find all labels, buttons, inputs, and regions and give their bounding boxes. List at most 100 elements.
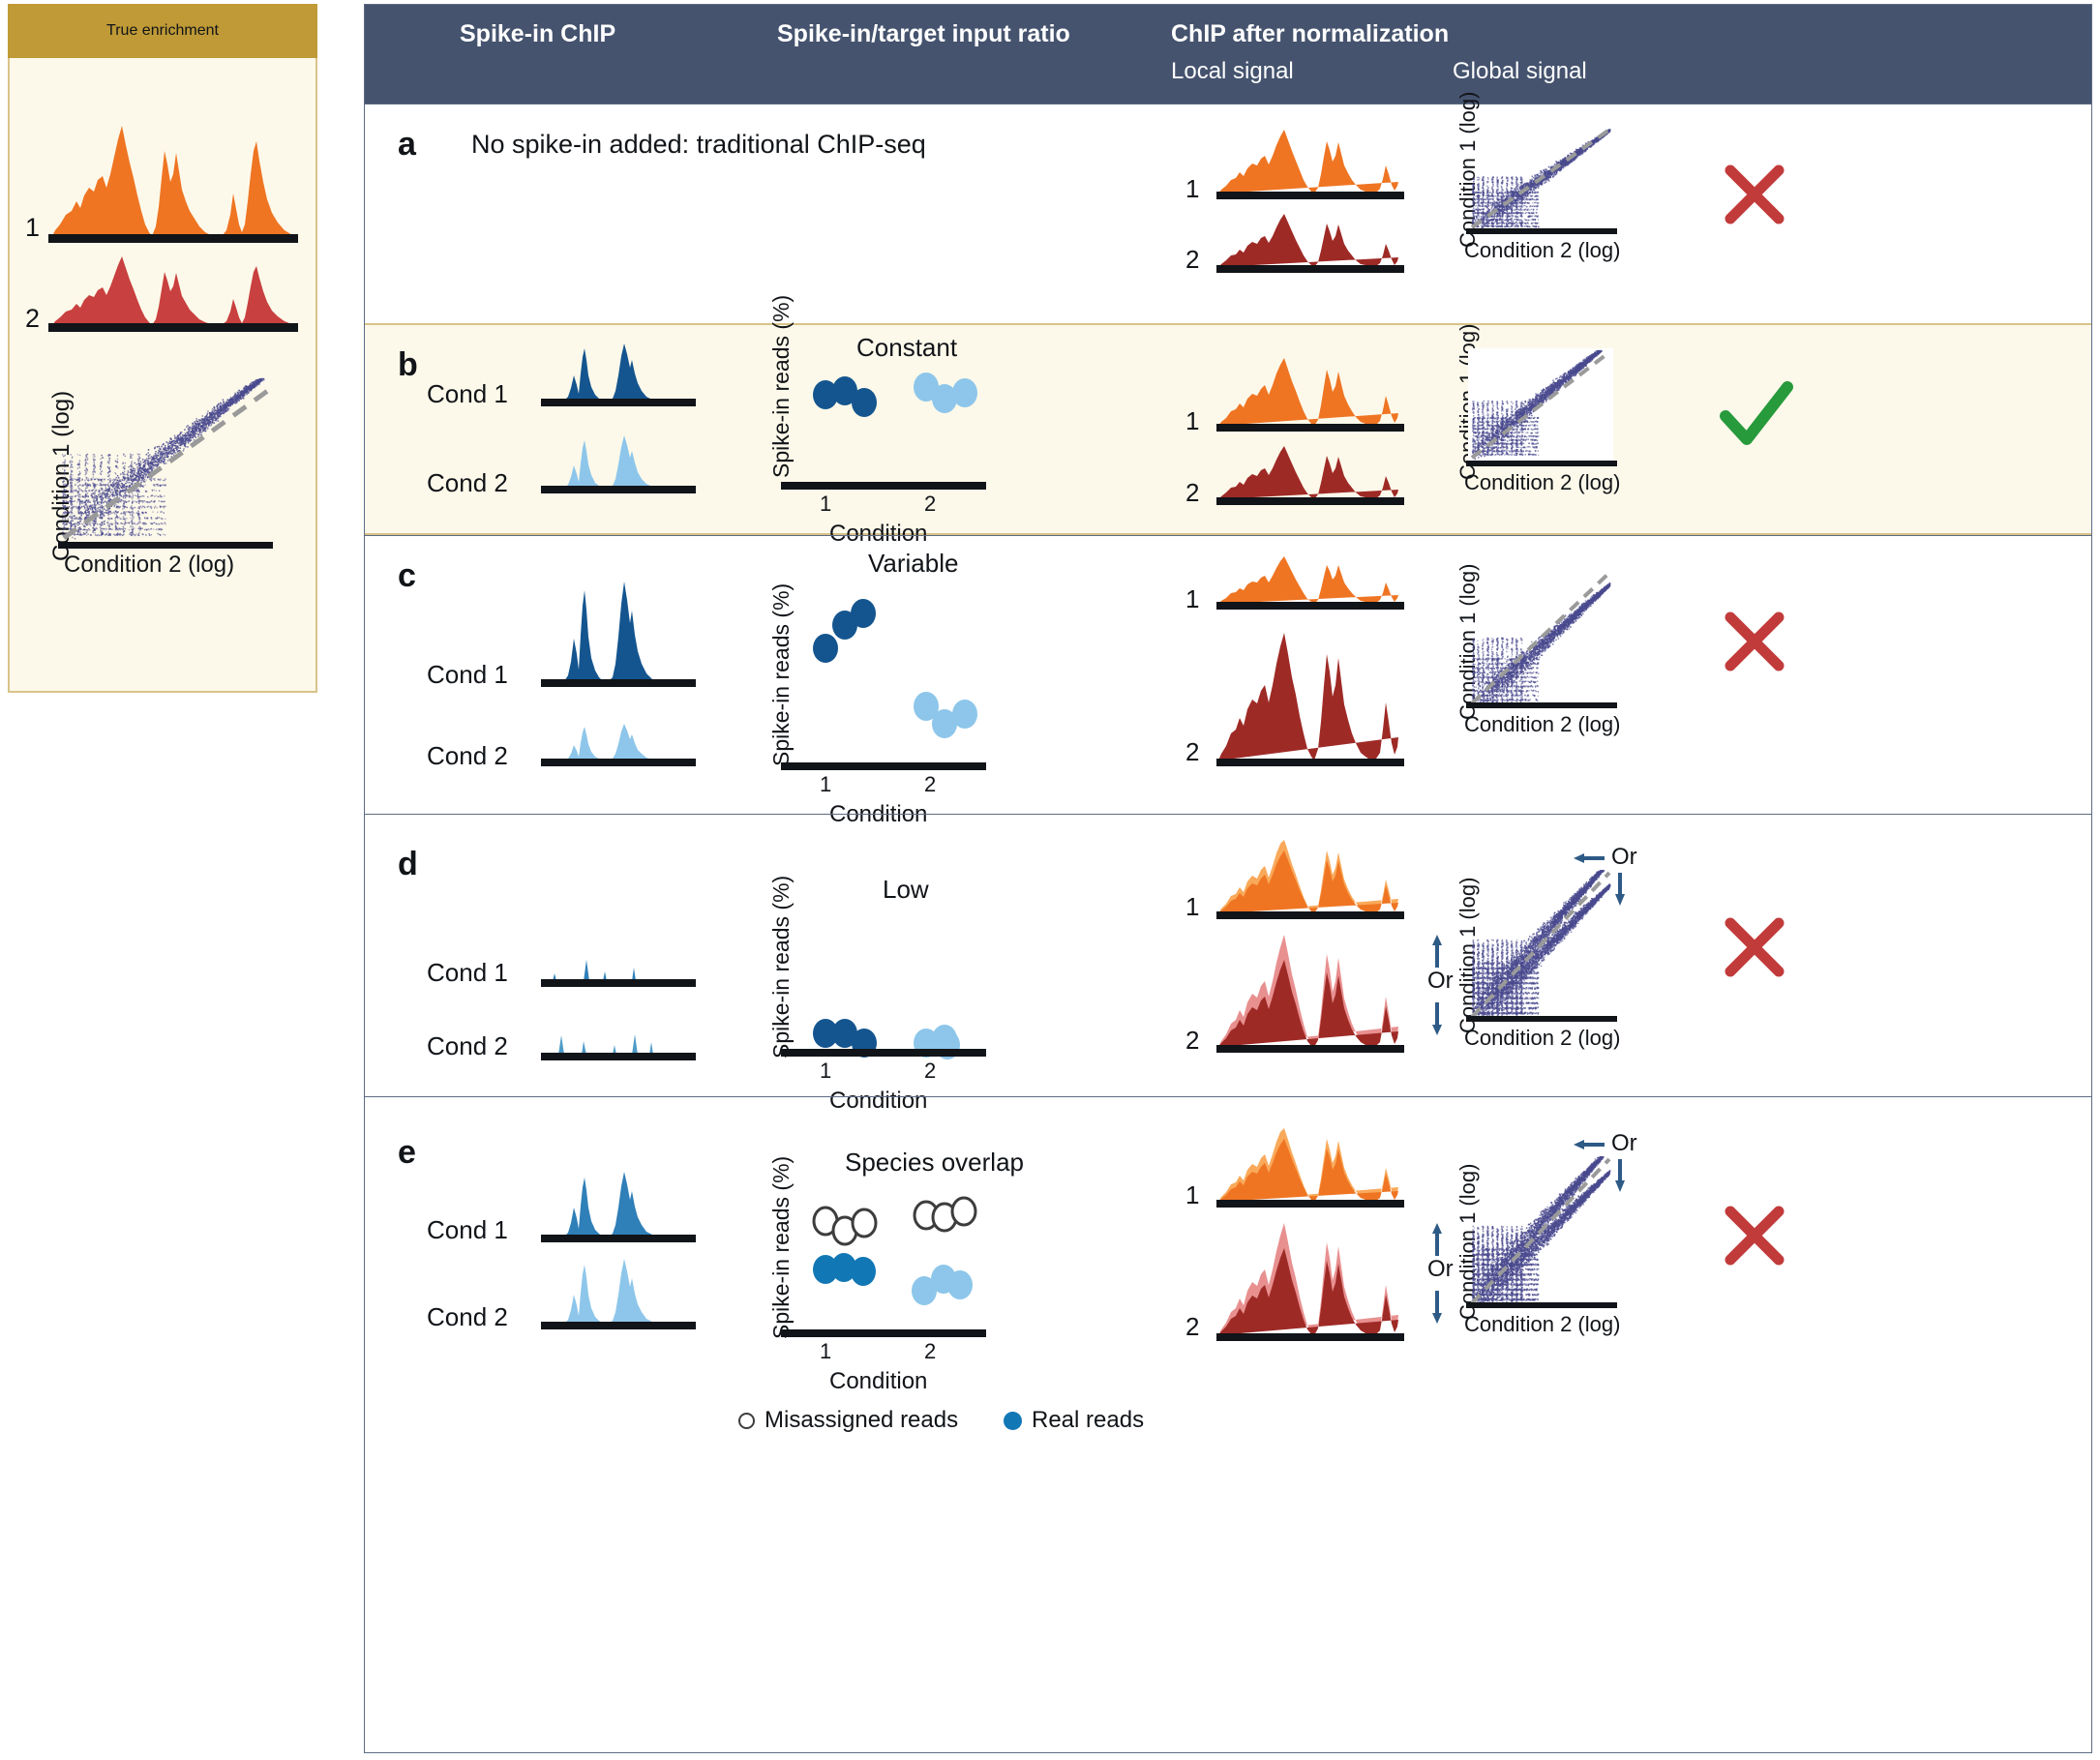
row-b-track1-peaks [1218, 358, 1398, 426]
row-e-cond2-label: Cond 2 [427, 1302, 508, 1332]
row-b-cond2-baseline [541, 486, 696, 493]
row-e-local-or-label: Or [1427, 1256, 1454, 1283]
row-c-ratio-tick2: 2 [924, 772, 936, 797]
row-d-ratio-title: Low [883, 875, 929, 905]
row-d-local-or-label: Or [1427, 968, 1454, 995]
row-e-scatter-xaxis [1466, 1302, 1617, 1308]
row-b-track1-baseline [1216, 424, 1404, 432]
row-b-ratio-title: Constant [856, 333, 957, 363]
row-e: e Cond 1 Cond 2 Spike-in reads (%) Speci… [365, 1096, 2091, 1462]
row-e-cond1-label: Cond 1 [427, 1215, 508, 1245]
row-e-track2-peaks [1218, 1223, 1398, 1335]
row-b-cond1-baseline [541, 399, 696, 406]
row-c-scatter-plot [1470, 571, 1611, 706]
header-local-signal: Local signal [1171, 58, 1294, 85]
row-b-check-icon [1720, 381, 1793, 445]
row-d-cond2-peaks [543, 1034, 694, 1055]
row-c-cross-icon [1725, 612, 1785, 671]
te-track1-peaks [52, 126, 294, 236]
row-b-scatter-plot [1470, 349, 1611, 461]
row-a-track2-baseline [1216, 265, 1404, 273]
row-b-ratio-points [813, 373, 977, 417]
row-b-ratio-tick2: 2 [924, 492, 936, 517]
row-d: d Cond 1 Cond 2 Spike-in reads (%) Low 1… [365, 814, 2091, 1114]
row-d-ratio-tick2: 2 [924, 1059, 936, 1084]
row-b-scatter-xaxis [1466, 461, 1617, 466]
row-d-track2-label: 2 [1185, 1026, 1199, 1056]
row-c-cond2-label: Cond 2 [427, 741, 508, 771]
te-scatter-xaxis [58, 542, 273, 549]
row-b-cond1-peaks [543, 343, 694, 401]
row-c-track1-baseline [1216, 602, 1404, 610]
row-b-letter: b [398, 346, 418, 384]
row-c-track2-label: 2 [1185, 737, 1199, 767]
row-e-cond1-baseline [541, 1235, 696, 1242]
table-header: Spike-in ChIP Spike-in/target input rati… [365, 5, 2091, 104]
row-b: b Cond 1 Cond 2 Spike-in reads (%) Const… [365, 295, 2091, 547]
row-d-cross-icon [1725, 917, 1785, 977]
row-c-cond1-label: Cond 1 [427, 660, 508, 690]
row-c-cond2-baseline [541, 759, 696, 766]
row-c-ratio-tick1: 1 [820, 772, 831, 797]
row-d-cond1-label: Cond 1 [427, 958, 508, 988]
row-d-track2-baseline [1216, 1045, 1404, 1053]
row-a-caption: No spike-in added: traditional ChIP-seq [471, 130, 926, 160]
row-e-ratio-xlabel: Condition [829, 1368, 927, 1395]
row-b-ratio-tick1: 1 [820, 492, 831, 517]
row-d-track1-peaks [1218, 840, 1398, 913]
row-c-scatter-xlabel: Condition 2 (log) [1464, 712, 1620, 737]
header-ratio: Spike-in/target input ratio [777, 20, 1070, 48]
row-e-ratio-xaxis [781, 1329, 986, 1337]
true-enrichment-card: True enrichment 1 2 Condition 1 (log) Co… [8, 4, 317, 693]
row-d-scatter-xaxis [1466, 1016, 1617, 1022]
row-b-cond1-label: Cond 1 [427, 379, 508, 409]
row-a-scatter-xaxis [1466, 228, 1617, 234]
row-a-track2-label: 2 [1185, 245, 1199, 275]
row-a-track1-peaks [1218, 130, 1398, 194]
row-e-scatter-xlabel: Condition 2 (log) [1464, 1312, 1620, 1337]
row-b-scatter-xlabel: Condition 2 (log) [1464, 470, 1620, 495]
row-c-track1-label: 1 [1185, 584, 1199, 614]
row-d-track1-label: 1 [1185, 892, 1199, 922]
row-b-track2-label: 2 [1185, 478, 1199, 508]
row-a-scatter-xlabel: Condition 2 (log) [1464, 238, 1620, 263]
row-e-cross-icon [1725, 1206, 1785, 1266]
row-e-ratio-tick1: 1 [820, 1339, 831, 1364]
row-e-global-or-label: Or [1611, 1130, 1637, 1157]
row-e-cond2-baseline [541, 1322, 696, 1329]
te-track2-label: 2 [25, 304, 40, 334]
row-d-track2-peaks [1218, 935, 1398, 1047]
main-panel: Spike-in ChIP Spike-in/target input rati… [364, 4, 2092, 1753]
row-a-scatter-plot [1470, 128, 1611, 230]
real-reads-marker-icon [1004, 1411, 1022, 1430]
row-e-track1-peaks [1218, 1128, 1398, 1202]
true-enrichment-header: True enrichment [8, 4, 317, 58]
header-spike-in-chip: Spike-in ChIP [460, 20, 615, 48]
row-e-track2-label: 2 [1185, 1312, 1199, 1342]
row-a-letter: a [398, 126, 416, 164]
te-track1-label: 1 [25, 213, 40, 243]
row-b-track1-label: 1 [1185, 406, 1199, 436]
row-e-track1-baseline [1216, 1200, 1404, 1208]
row-e-ratio-points [812, 1196, 977, 1305]
row-d-letter: d [398, 846, 418, 883]
row-c-letter: c [398, 557, 416, 595]
row-a-track1-label: 1 [1185, 174, 1199, 204]
header-normalization: ChIP after normalization [1171, 20, 1449, 48]
row-d-scatter-xlabel: Condition 2 (log) [1464, 1026, 1620, 1051]
misassigned-reads-marker-icon [738, 1412, 755, 1429]
row-c-scatter-xaxis [1466, 702, 1617, 708]
row-c-cond1-peaks [543, 582, 694, 681]
legend-misassigned-label: Misassigned reads [765, 1407, 958, 1434]
row-c-cond1-baseline [541, 679, 696, 687]
row-a-track2-peaks [1218, 214, 1398, 267]
true-enrichment-body: 1 2 Condition 1 (log) Condition 2 (log) [10, 58, 315, 689]
row-a-track1-baseline [1216, 192, 1404, 199]
row-b-ratio-xaxis [781, 482, 986, 490]
row-e-cond2-peaks [543, 1259, 694, 1324]
row-a-cross-icon [1725, 164, 1785, 224]
row-c-ratio-title: Variable [868, 549, 958, 579]
te-track2-peaks [52, 256, 294, 325]
row-b-track2-baseline [1216, 497, 1404, 505]
figure-root: True enrichment 1 2 Condition 1 (log) Co… [0, 0, 2100, 1760]
